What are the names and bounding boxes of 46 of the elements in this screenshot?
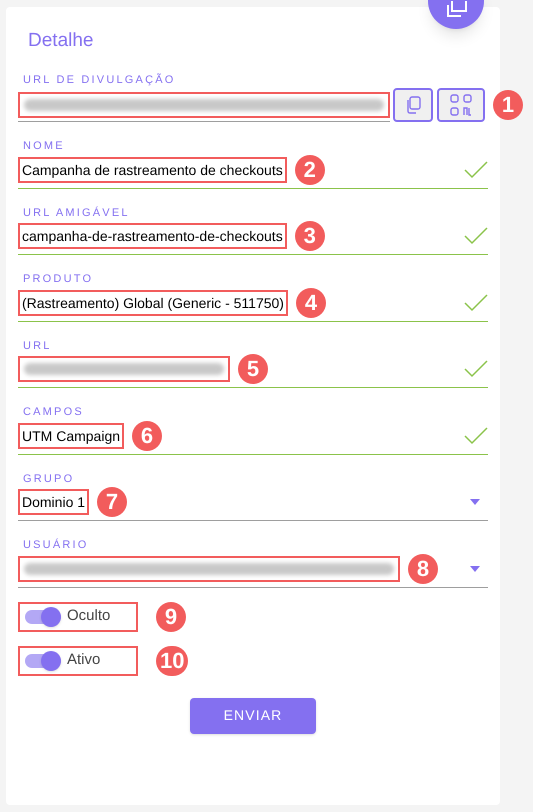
number-marker: 1 — [493, 90, 523, 120]
field-value[interactable]: Dominio 1 — [18, 489, 90, 515]
field-label: CAMPOS — [22, 405, 85, 420]
number-marker: 4 — [296, 288, 326, 318]
field-value[interactable]: Campanha de rastreamento de checkouts — [18, 156, 287, 182]
input-field[interactable]: campanha-de-rastreamento-de-checkouts 3 — [18, 221, 488, 255]
field-label: PRODUTO — [22, 272, 94, 287]
check-icon — [464, 294, 488, 312]
number-marker: 10 — [156, 646, 188, 676]
number-marker: 3 — [294, 221, 325, 251]
number-marker: 6 — [132, 420, 162, 450]
toggle-switch[interactable] — [25, 654, 61, 668]
qr-code-icon — [450, 94, 472, 116]
number-marker: 5 — [238, 354, 268, 384]
dropdown-caret-icon[interactable] — [470, 499, 480, 505]
input-field[interactable]: Campanha de rastreamento de checkouts 2 — [18, 154, 488, 188]
number-marker: 7 — [97, 487, 128, 517]
copy-button[interactable] — [393, 88, 433, 122]
field-label: URL AMIGÁVEL — [22, 206, 131, 220]
number-marker: 2 — [294, 154, 325, 184]
field-value[interactable]: campanha-de-rastreamento-de-checkouts — [18, 223, 287, 249]
toggle-switch[interactable] — [25, 610, 61, 624]
number-marker: 8 — [408, 554, 438, 584]
field-label: NOME — [22, 139, 66, 154]
qr-code-button[interactable] — [437, 88, 485, 122]
toggle-label: Oculto — [67, 606, 110, 626]
check-icon — [464, 160, 488, 178]
dropdown-caret-icon[interactable] — [470, 566, 480, 572]
field-label: URL DE DIVULGAÇÃO — [22, 72, 177, 88]
field-label: USUÁRIO — [22, 538, 90, 553]
check-icon — [464, 227, 488, 245]
submit-button[interactable]: ENVIAR — [190, 698, 316, 734]
input-field[interactable]: (Rastreamento) Global (Generic - 511750) 4 — [18, 288, 488, 322]
input-field[interactable]: UTM Campaign 6 — [18, 420, 488, 454]
copy-icon — [405, 96, 421, 114]
field-value[interactable]: UTM Campaign — [18, 422, 124, 448]
number-marker: 9 — [156, 602, 186, 632]
copy-icon — [445, 1, 467, 17]
dropdown-field[interactable]: Dominio 1 7 — [18, 487, 488, 521]
field-label: URL — [22, 338, 53, 354]
check-icon — [464, 426, 488, 444]
panel-title: Detalhe — [27, 29, 94, 53]
field-value[interactable]: (Rastreamento) Global (Generic - 511750) — [18, 290, 288, 316]
check-icon — [464, 360, 488, 378]
toggle-label: Ativo — [67, 650, 100, 670]
field-label: GRUPO — [22, 472, 76, 486]
